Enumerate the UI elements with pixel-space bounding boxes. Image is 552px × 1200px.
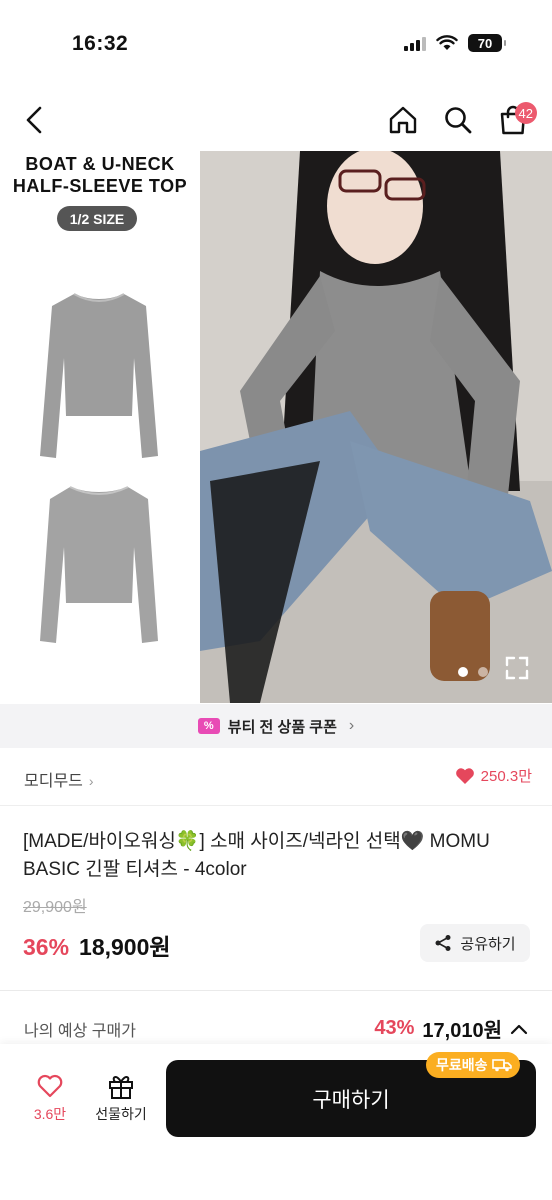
my-expected-price-row[interactable]: 나의 예상 구매가 43% 17,010원 — [0, 1004, 552, 1048]
wifi-icon — [436, 35, 458, 50]
status-icons: 70 — [404, 34, 506, 52]
status-time: 16:32 — [72, 32, 129, 55]
bottom-action-bar: 3.6만 선물하기 구매하기 무료배송 — [0, 1044, 552, 1200]
cart-count-badge: 42 — [514, 102, 537, 124]
hero-title: BOAT & U-NECK HALF-SLEEVE TOP — [0, 153, 200, 197]
search-icon — [445, 107, 472, 134]
top-nav: 42 — [0, 92, 552, 148]
share-button[interactable]: 공유하기 — [420, 924, 530, 962]
discount-rate: 36% — [23, 934, 70, 960]
coupon-icon: % — [197, 718, 220, 734]
model-photo — [200, 151, 552, 703]
my-discount-rate: 43% — [374, 1017, 415, 1039]
my-price: 17,010원 — [422, 1020, 502, 1042]
brand-like-count: 250.3만 — [480, 768, 532, 785]
model-photo-illustration — [200, 151, 552, 703]
divider — [0, 990, 552, 991]
product-image-carousel[interactable]: BOAT & U-NECK HALF-SLEEVE TOP 1/2 SIZE — [0, 151, 552, 703]
price-row: 36% 18,900원 — [23, 928, 171, 962]
brand-row: 모디무드 › 250.3만 — [0, 748, 552, 806]
my-price-values: 43% 17,010원 — [374, 1014, 528, 1043]
expand-image-button[interactable] — [504, 655, 530, 681]
chevron-right-icon: › — [88, 773, 94, 789]
like-button[interactable]: 3.6만 — [22, 1074, 78, 1134]
top-front-illustration — [40, 293, 158, 458]
heart-filled-icon — [455, 767, 474, 784]
share-label: 공유하기 — [460, 935, 516, 953]
home-icon — [389, 106, 417, 134]
status-bar: 16:32 70 — [0, 0, 552, 80]
hero-title-line2: HALF-SLEEVE TOP — [12, 176, 188, 196]
battery-level: 70 — [477, 35, 493, 51]
free-shipping-badge: 무료배송 — [426, 1052, 520, 1078]
hero-title-line1: BOAT & U-NECK — [25, 154, 175, 174]
carousel-pagination — [458, 667, 488, 677]
sale-price: 18,900원 — [79, 934, 171, 960]
like-count: 3.6만 — [33, 1106, 67, 1122]
cart-button[interactable]: 42 — [491, 98, 537, 142]
brand-link[interactable]: 모디무드 › — [24, 767, 94, 791]
original-price: 29,900원 — [23, 899, 87, 916]
coupon-banner[interactable]: % 뷰티 전 상품 쿠폰 › — [0, 704, 552, 748]
my-price-label: 나의 예상 구매가 — [24, 1023, 136, 1040]
chevron-left-icon — [26, 106, 42, 134]
carousel-dot[interactable] — [458, 667, 468, 677]
share-icon — [435, 935, 451, 951]
battery-icon: 70 — [468, 34, 506, 52]
back-button[interactable] — [12, 98, 56, 142]
truck-icon — [491, 1059, 512, 1072]
expand-icon — [505, 656, 529, 680]
top-back-illustration — [40, 486, 158, 643]
coupon-label: 뷰티 전 상품 쿠폰 — [227, 718, 337, 736]
search-button[interactable] — [436, 98, 480, 142]
gift-button[interactable]: 선물하기 — [88, 1072, 154, 1134]
brand-name: 모디무드 — [24, 773, 83, 790]
buy-label: 구매하기 — [312, 1088, 390, 1112]
home-button[interactable] — [381, 98, 425, 142]
size-label: 1/2 SIZE — [57, 206, 137, 231]
chevron-up-icon — [510, 1024, 528, 1034]
signal-icon — [404, 35, 426, 51]
carousel-dot[interactable] — [478, 667, 488, 677]
heart-outline-icon — [37, 1074, 63, 1098]
gift-icon — [109, 1076, 133, 1099]
free-shipping-label: 무료배송 — [436, 1057, 488, 1073]
gift-label: 선물하기 — [95, 1106, 147, 1122]
product-detail-panel: BOAT & U-NECK HALF-SLEEVE TOP 1/2 SIZE — [0, 151, 200, 703]
brand-like-button[interactable]: 250.3만 — [455, 765, 532, 786]
chevron-right-icon: › — [348, 717, 355, 734]
product-title: [MADE/바이오워싱🍀] 소매 사이즈/넥라인 선택🖤 MOMU BASIC … — [23, 831, 490, 880]
